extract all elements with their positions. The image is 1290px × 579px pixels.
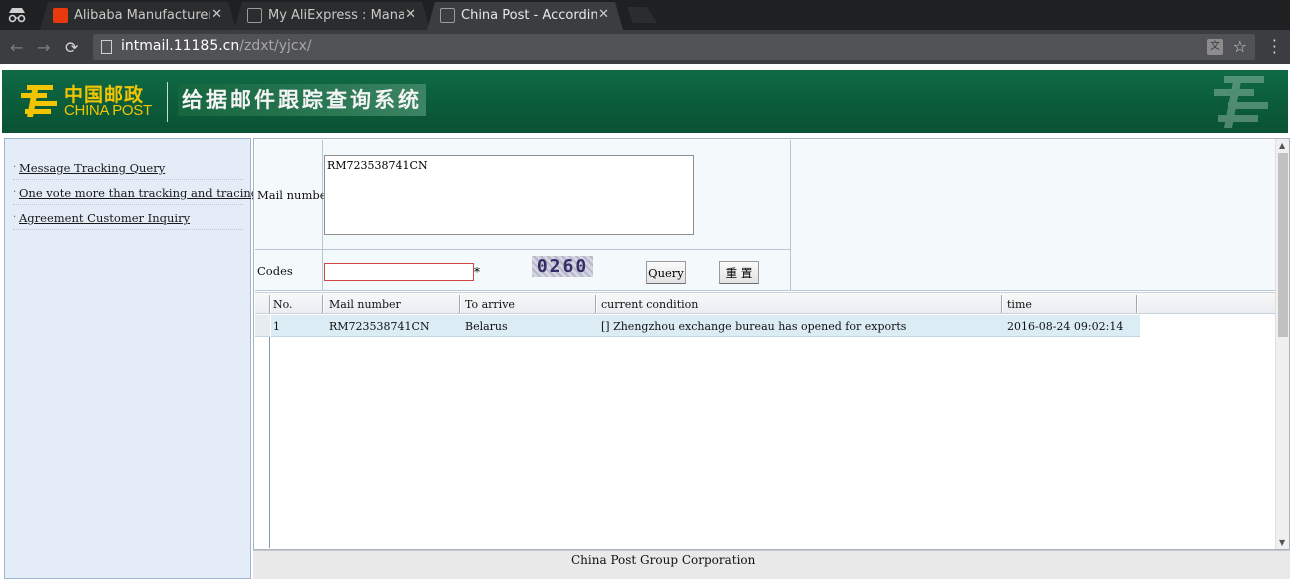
query-form: Mail number RM723538741CN Codes * 0260 Q… (255, 140, 1275, 291)
bullet-icon: · (13, 212, 17, 223)
codes-label: Codes (257, 264, 293, 278)
close-tab-icon[interactable]: ✕ (598, 7, 609, 22)
alibaba-icon (53, 8, 68, 23)
incognito-icon (8, 8, 26, 23)
row-selector[interactable] (255, 315, 270, 337)
tab-title: My AliExpress : Manage (268, 8, 404, 23)
nav-link[interactable]: Agreement Customer Inquiry (19, 211, 190, 225)
column-header-condition[interactable]: current condition (601, 298, 698, 311)
browser-menu-icon[interactable]: · · · (1272, 33, 1277, 61)
cell-to-arrive: Belarus (465, 320, 508, 333)
column-separator[interactable] (269, 295, 271, 313)
nav-item-agreement-customer[interactable]: · Agreement Customer Inquiry (13, 205, 243, 230)
required-mark: * (474, 265, 480, 279)
form-divider (322, 140, 323, 291)
browser-tab-alibaba[interactable]: Alibaba Manufacturer D ✕ (40, 2, 236, 30)
left-nav: · Message Tracking Query · One vote more… (4, 138, 258, 579)
column-header-no[interactable]: No. (273, 298, 293, 311)
query-button[interactable]: Query (646, 261, 686, 284)
column-header-mail-number[interactable]: Mail number (329, 298, 401, 311)
nav-item-one-vote[interactable]: · One vote more than tracking and tracin… (13, 180, 258, 205)
new-tab-button[interactable] (623, 7, 657, 23)
header-divider (167, 82, 168, 122)
page-banner: 中国邮政 CHINA POST 给据邮件跟踪查询系统 (2, 70, 1288, 133)
column-separator[interactable] (1001, 295, 1003, 313)
back-arrow-icon[interactable]: ← (10, 38, 23, 57)
reload-icon[interactable]: ⟳ (65, 38, 78, 57)
mail-number-textarea[interactable]: RM723538741CN (324, 155, 694, 235)
cell-condition: [] Zhengzhou exchange bureau has opened … (601, 320, 907, 333)
translate-icon[interactable]: 文 (1207, 39, 1223, 55)
browser-tab-aliexpress[interactable]: My AliExpress : Manage ✕ (234, 2, 430, 30)
column-header-to-arrive[interactable]: To arrive (465, 298, 515, 311)
row-selector-column (255, 315, 270, 548)
document-icon (440, 8, 455, 23)
page-info-icon[interactable] (101, 40, 112, 54)
close-tab-icon[interactable]: ✕ (211, 7, 222, 22)
column-separator[interactable] (595, 295, 597, 313)
cell-mail-number: RM723538741CN (329, 320, 430, 333)
nav-link[interactable]: Message Tracking Query (19, 161, 165, 175)
form-divider (790, 140, 791, 291)
scroll-down-icon[interactable]: ▼ (1279, 538, 1285, 547)
tab-title: China Post - According (461, 8, 597, 23)
table-row[interactable]: 1 RM723538741CN Belarus [] Zhengzhou exc… (271, 315, 1140, 337)
codes-input[interactable] (324, 263, 474, 281)
forward-arrow-icon[interactable]: → (37, 38, 50, 57)
browser-tab-bar: Alibaba Manufacturer D ✕ My AliExpress :… (0, 0, 1290, 30)
bookmark-star-icon[interactable]: ☆ (1233, 37, 1247, 56)
browser-tab-china-post[interactable]: China Post - According ✕ (427, 2, 623, 30)
china-post-emblem-icon (1214, 76, 1268, 128)
cell-time: 2016-08-24 09:02:14 (1007, 320, 1124, 333)
nav-link[interactable]: One vote more than tracking and tracing (19, 186, 258, 200)
footer-copyright: China Post Group Corporation (571, 553, 756, 567)
tab-title: Alibaba Manufacturer D (74, 8, 210, 23)
url-text[interactable]: intmail.11185.cn/zdxt/yjcx/ (121, 38, 312, 54)
vertical-scrollbar[interactable]: ▲ ▼ (1275, 139, 1289, 549)
main-content-frame: Mail number RM723538741CN Codes * 0260 Q… (253, 138, 1290, 550)
captcha-image[interactable]: 0260 (532, 256, 593, 277)
logo-english-text: CHINA POST (64, 102, 152, 119)
column-separator[interactable] (1136, 295, 1138, 313)
reset-button[interactable]: 重 置 (719, 261, 759, 284)
url-path: /zdxt/yjcx/ (239, 38, 312, 54)
system-title: 给据邮件跟踪查询系统 (178, 84, 426, 116)
form-divider (255, 249, 790, 250)
cell-no: 1 (273, 320, 280, 333)
browser-toolbar: ← → ⟳ intmail.11185.cn/zdxt/yjcx/ 文 ☆ · ·… (0, 30, 1290, 64)
column-header-time[interactable]: time (1007, 298, 1032, 311)
scrollbar-thumb[interactable] (1278, 153, 1288, 337)
page-footer: China Post Group Corporation (253, 550, 1290, 579)
scroll-up-icon[interactable]: ▲ (1279, 141, 1285, 150)
document-icon (247, 8, 262, 23)
column-separator[interactable] (322, 295, 324, 313)
results-header: No. Mail number To arrive current condit… (255, 292, 1275, 314)
mail-number-label: Mail number (257, 188, 333, 202)
bullet-icon: · (13, 187, 17, 198)
china-post-logo-icon (21, 85, 57, 117)
column-separator[interactable] (459, 295, 461, 313)
address-bar[interactable]: intmail.11185.cn/zdxt/yjcx/ 文 ☆ (93, 34, 1255, 60)
results-grid: No. Mail number To arrive current condit… (255, 292, 1275, 548)
close-tab-icon[interactable]: ✕ (405, 7, 416, 22)
nav-item-message-tracking[interactable]: · Message Tracking Query (13, 155, 243, 180)
form-divider (255, 290, 1275, 291)
bullet-icon: · (13, 162, 17, 173)
url-host: intmail.11185.cn (121, 38, 240, 54)
